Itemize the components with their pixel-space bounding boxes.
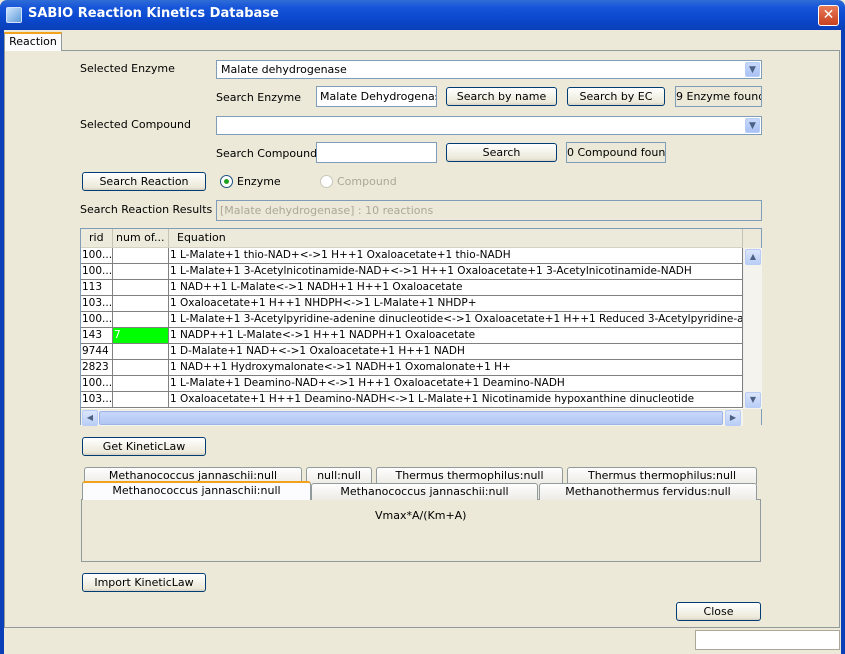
cell-equation: 1 NAD++1 L-Malate<->1 NADH+1 H++1 Oxaloa… [169,280,743,296]
scroll-down-icon[interactable]: ▼ [745,392,761,408]
horizontal-scrollbar[interactable]: ◀ ▶ [81,410,743,426]
table-row[interactable]: 100... 1 L-Malate+1 thio-NAD+<->1 H++1 Ox… [81,248,743,264]
tab-kinetic-front-2[interactable]: Methanococcus jannaschii:null [311,483,538,500]
window-frame-right [841,30,845,654]
cell-equation: 1 NAD++1 Hydroxymalonate<->1 NADH+1 Oxom… [169,360,743,376]
tab-reaction[interactable]: Reaction [4,32,62,51]
horizontal-scroll-thumb[interactable] [99,411,723,425]
window-close-button[interactable]: ✕ [818,5,839,26]
search-reaction-button[interactable]: Search Reaction [82,172,206,191]
search-compound-input[interactable] [316,142,437,163]
cell-equation: 1 L-Malate+1 3-Acetylnicotinamide-NAD+<-… [169,264,743,280]
selected-compound-label: Selected Compound [80,118,191,131]
close-button[interactable]: Close [676,602,761,621]
table-body: 100... 1 L-Malate+1 thio-NAD+<->1 H++1 Ox… [81,248,743,409]
cell-num [113,248,169,264]
cell-rid: 100... [81,312,113,328]
cell-rid: 113 [81,280,113,296]
radio-selected-dot [224,179,229,184]
selected-enzyme-label: Selected Enzyme [80,62,175,75]
cell-num: 7 [113,328,169,344]
cell-num [113,296,169,312]
cell-rid: 103... [81,392,113,408]
get-kineticlaw-button[interactable]: Get KineticLaw [82,437,206,456]
selected-enzyme-combo[interactable]: Malate dehydrogenase ▼ [216,60,762,79]
compound-found-count: 0 Compound found [566,142,666,163]
cell-rid: 100... [81,248,113,264]
cell-rid: 100... [81,376,113,392]
table-row[interactable]: 2823 1 NAD++1 Hydroxymalonate<->1 NADH+1 … [81,360,743,376]
table-row[interactable]: 113 1 NAD++1 L-Malate<->1 NADH+1 H++1 Oxa… [81,280,743,296]
column-header-equation[interactable]: Equation [169,229,743,247]
cell-equation: 1 NADP++1 L-Malate<->1 H++1 NADPH+1 Oxal… [169,328,743,344]
cell-num [113,312,169,328]
cell-rid: 2823 [81,360,113,376]
import-kineticlaw-button[interactable]: Import KineticLaw [82,573,206,592]
search-reaction-results-label: Search Reaction Results [80,203,213,216]
cell-num [113,344,169,360]
tab-kinetic-front-3[interactable]: Methanothermus fervidus:null [539,483,757,500]
search-compound-label: Search Compound [216,147,318,160]
search-compound-button[interactable]: Search [446,143,557,162]
cell-rid: 9744 [81,344,113,360]
compound-radio[interactable] [320,175,333,188]
vertical-scrollbar[interactable]: ▲ ▼ [743,248,762,409]
search-enzyme-input[interactable]: Malate Dehydrogenase [316,86,437,107]
search-reaction-results-field: [Malate dehydrogenase] : 10 reactions [216,200,762,221]
kinetic-formula: Vmax*A/(Km+A) [375,509,467,522]
compound-radio-label[interactable]: Compound [337,175,397,188]
column-header-rid[interactable]: rid [81,229,113,247]
cell-equation: 1 Oxaloacetate+1 H++1 Deamino-NADH<->1 L… [169,392,743,408]
cell-rid: 143 [81,328,113,344]
scroll-right-icon[interactable]: ▶ [725,410,741,426]
tab-kinetic-back-3[interactable]: Thermus thermophilus:null [376,467,563,484]
enzyme-radio-label[interactable]: Enzyme [237,175,281,188]
app-icon [6,7,22,23]
table-row[interactable]: 9744 1 D-Malate+1 NAD+<->1 Oxaloacetate+1… [81,344,743,360]
window-title: SABIO Reaction Kinetics Database [28,6,279,21]
enzyme-radio[interactable] [220,175,233,188]
reaction-table[interactable]: rid num of... Equation 100... 1 L-Malate+… [80,228,762,426]
scroll-up-icon[interactable]: ▲ [745,249,761,265]
table-row[interactable]: 143 7 1 NADP++1 L-Malate<->1 H++1 NADPH+1 … [81,328,743,344]
cell-equation: 1 L-Malate+1 3-Acetylpyridine-adenine di… [169,312,743,328]
column-header-num[interactable]: num of... [113,229,169,247]
scroll-left-icon[interactable]: ◀ [82,410,98,426]
enzyme-found-count: 9 Enzyme found [675,86,762,107]
cell-equation: 1 Oxaloacetate+1 H++1 NHDPH<->1 L-Malate… [169,296,743,312]
table-row[interactable]: 100... 1 L-Malate+1 3-Acetylpyridine-aden… [81,312,743,328]
tab-kinetic-back-4[interactable]: Thermus thermophilus:null [567,467,757,484]
status-field [695,630,840,650]
table-header: rid num of... Equation [81,229,743,248]
cell-equation: 1 L-Malate+1 thio-NAD+<->1 H++1 Oxaloace… [169,248,743,264]
cell-num [113,360,169,376]
cell-rid: 100... [81,264,113,280]
cell-equation: 1 L-Malate+1 Deamino-NAD+<->1 H++1 Oxalo… [169,376,743,392]
table-row[interactable]: 103... 1 Oxaloacetate+1 H++1 Deamino-NADH… [81,392,743,408]
search-enzyme-label: Search Enzyme [216,91,301,104]
selected-enzyme-value: Malate dehydrogenase [221,63,347,76]
cell-num [113,280,169,296]
cell-num [113,264,169,280]
cell-rid: 103... [81,296,113,312]
chevron-down-icon[interactable]: ▼ [745,62,760,77]
table-row[interactable]: 100... 1 L-Malate+1 Deamino-NAD+<->1 H++1… [81,376,743,392]
search-by-name-button[interactable]: Search by name [446,87,557,106]
table-row[interactable]: 100... 1 L-Malate+1 3-Acetylnicotinamide-… [81,264,743,280]
tab-kinetic-back-2[interactable]: null:null [306,467,372,484]
tab-kinetic-selected[interactable]: Methanococcus jannaschii:null [82,481,311,500]
scroll-corner [743,410,761,426]
cell-equation: 1 D-Malate+1 NAD+<->1 Oxaloacetate+1 H++… [169,344,743,360]
cell-num [113,392,169,408]
selected-compound-combo[interactable]: ▼ [216,116,762,135]
table-row[interactable]: 103... 1 Oxaloacetate+1 H++1 NHDPH<->1 L-… [81,296,743,312]
cell-num [113,376,169,392]
chevron-down-icon[interactable]: ▼ [745,118,760,133]
search-by-ec-button[interactable]: Search by EC [567,87,665,106]
